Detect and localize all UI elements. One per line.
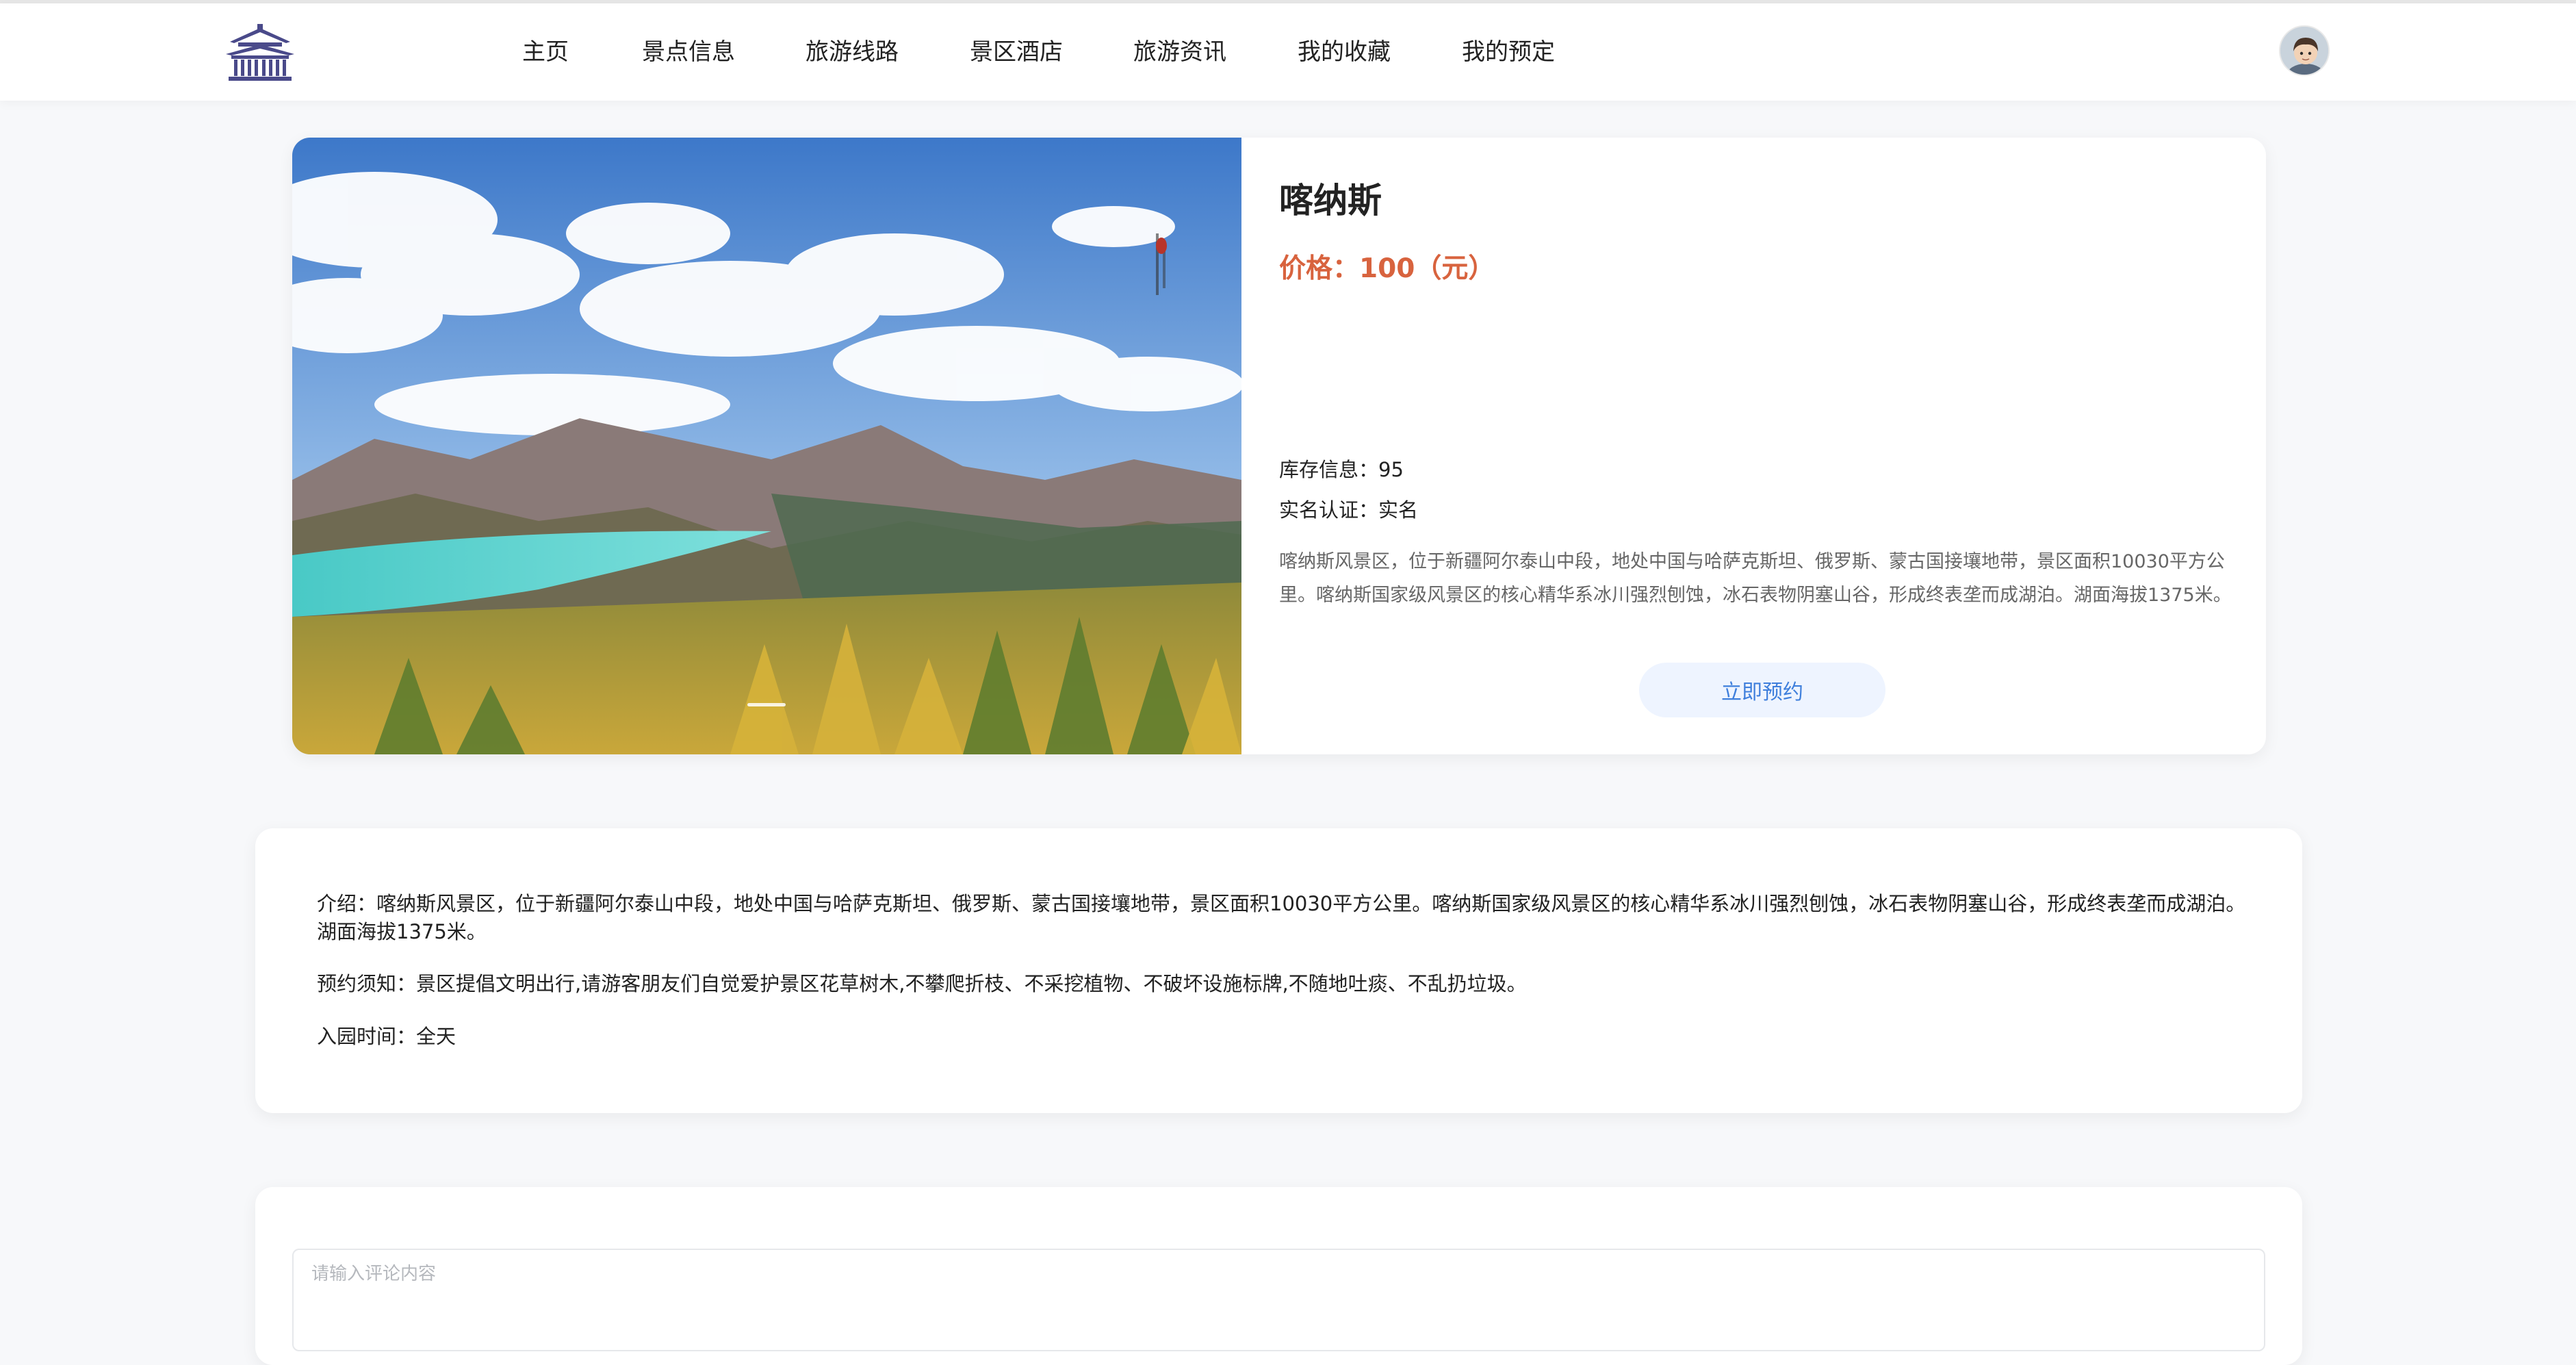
attraction-card: 喀纳斯 价格：100（元） 库存信息：95 实名认证：实名 喀纳斯风景区，位于新… xyxy=(292,138,2266,754)
top-navbar: 主页 景点信息 旅游线路 景区酒店 旅游资讯 我的收藏 我的预定 xyxy=(0,3,2576,101)
nav-item-hotels[interactable]: 景区酒店 xyxy=(970,36,1063,68)
nav-item-attractions[interactable]: 景点信息 xyxy=(642,36,735,68)
nav-item-bookings[interactable]: 我的预定 xyxy=(1462,36,1555,68)
price-text: 价格：100（元） xyxy=(1279,253,1495,284)
booking-notice: 预约须知：景区提倡文明出行,请游客朋友们自觉爱护景区花草树木,不攀爬折枝、不采挖… xyxy=(317,972,1527,995)
details-card: 介绍：喀纳斯风景区，位于新疆阿尔泰山中段，地处中国与哈萨克斯坦、俄罗斯、蒙古国接… xyxy=(255,828,2302,1113)
carousel-indicator[interactable] xyxy=(747,703,786,706)
attraction-photo[interactable] xyxy=(292,138,1241,754)
user-avatar[interactable] xyxy=(2279,25,2330,76)
realname-info: 实名认证：实名 xyxy=(1279,498,1419,522)
nav-item-routes[interactable]: 旅游线路 xyxy=(806,36,899,68)
attraction-info: 喀纳斯 价格：100（元） 库存信息：95 实名认证：实名 喀纳斯风景区，位于新… xyxy=(1279,138,2237,754)
attraction-summary: 喀纳斯风景区，位于新疆阿尔泰山中段，地处中国与哈萨克斯坦、俄罗斯、蒙古国接壤地带… xyxy=(1279,551,2232,606)
palace-logo-icon[interactable] xyxy=(226,24,294,81)
open-time: 入园时间：全天 xyxy=(317,1025,456,1048)
intro-text: 介绍：喀纳斯风景区，位于新疆阿尔泰山中段，地处中国与哈萨克斯坦、俄罗斯、蒙古国接… xyxy=(317,892,2246,943)
nav-item-home[interactable]: 主页 xyxy=(522,36,569,68)
comment-input[interactable] xyxy=(292,1249,2265,1351)
nav-item-favorites[interactable]: 我的收藏 xyxy=(1298,36,1391,68)
stock-info: 库存信息：95 xyxy=(1279,458,1404,481)
comment-card xyxy=(255,1187,2302,1365)
attraction-title: 喀纳斯 xyxy=(1279,181,1382,220)
nav-item-news[interactable]: 旅游资讯 xyxy=(1133,36,1226,68)
book-now-button[interactable]: 立即预约 xyxy=(1639,663,1885,717)
